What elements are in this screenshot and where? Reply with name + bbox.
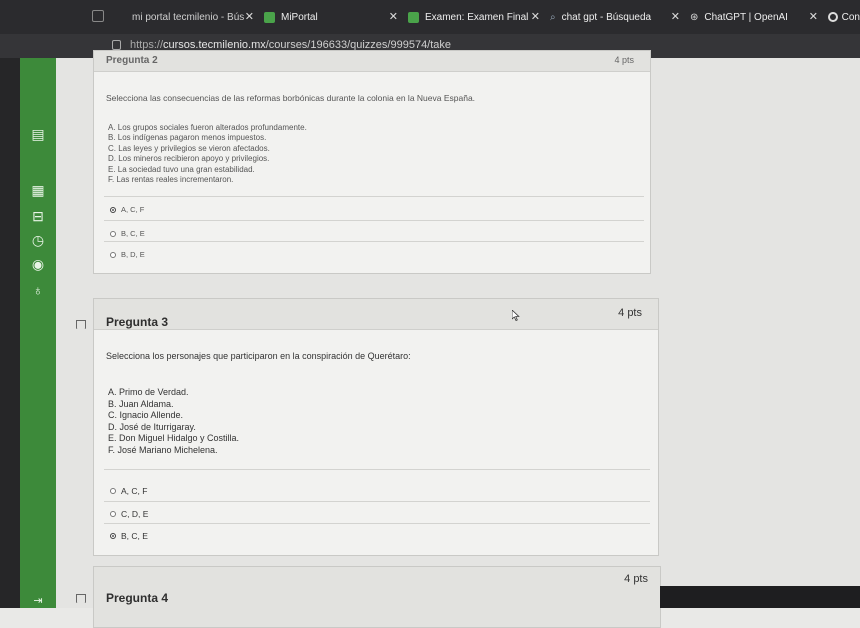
os-taskbar <box>660 586 860 608</box>
radio-unselected[interactable] <box>110 251 116 258</box>
search-icon: ⌕ <box>550 11 556 23</box>
question-points: 4 pts <box>618 307 642 319</box>
tecmilenio-icon <box>264 11 275 23</box>
answer-label: A, C, F <box>121 205 145 214</box>
divider <box>104 241 644 242</box>
courses-icon[interactable]: ▤ <box>28 126 48 142</box>
option-f: F. José Mariano Michelena. <box>108 444 218 455</box>
radio-unselected[interactable] <box>110 511 116 517</box>
tab-mi-portal-search[interactable]: mi portal tecmilenio - Bús ✕ <box>132 8 254 26</box>
question-prompt: Selecciona las consecuencias de las refo… <box>106 93 476 103</box>
mouse-cursor-icon <box>512 310 520 321</box>
option-b: B. Juan Aldama. <box>108 398 174 409</box>
radio-selected[interactable] <box>110 206 116 213</box>
answer-label: B, D, E <box>121 250 145 259</box>
tab-label: mi portal tecmilenio - Bús <box>132 11 245 23</box>
answer-option[interactable]: B, D, E <box>110 250 145 259</box>
answer-option[interactable]: C, D, E <box>110 509 148 519</box>
browser-tab-bar: mi portal tecmilenio - Bús ✕ MiPortal ✕ … <box>0 0 860 34</box>
tab-miportal[interactable]: MiPortal ✕ <box>264 8 398 26</box>
tab-label: chat gpt - Búsqueda <box>561 11 652 23</box>
question-title: Pregunta 3 <box>106 315 169 329</box>
history-icon[interactable]: ◷ <box>28 232 48 248</box>
option-d: D. José de Iturrigaray. <box>108 421 196 432</box>
option-c: C. Ignacio Allende. <box>108 410 184 421</box>
question-4-header: Pregunta 4 4 pts <box>94 567 660 627</box>
question-2: Pregunta 2 4 pts Selecciona las consecue… <box>93 50 651 274</box>
close-icon[interactable]: ✕ <box>671 10 680 23</box>
option-c: C. Las leyes y privilegios se vieron afe… <box>108 143 270 153</box>
divider <box>104 501 650 502</box>
tab-chatgpt[interactable]: ⊛ ChatGPT | OpenAI ✕ <box>690 8 818 26</box>
tab-examen-final[interactable]: Examen: Examen Final ✕ <box>408 8 540 26</box>
answer-option[interactable]: A, C, F <box>110 205 144 214</box>
option-e: E. Don Miguel Hidalgo y Costilla. <box>108 433 240 444</box>
option-e: E. La sociedad tuvo una gran estabilidad… <box>108 164 255 174</box>
answer-label: A, C, F <box>121 486 148 496</box>
radio-unselected[interactable] <box>110 230 116 237</box>
openai-icon: ⊛ <box>690 11 699 23</box>
collapse-nav-icon[interactable]: ⇥ <box>28 592 48 608</box>
tecmilenio-icon <box>408 11 419 23</box>
divider <box>104 196 644 197</box>
close-icon[interactable]: ✕ <box>389 10 398 23</box>
studio-icon[interactable]: ◉ <box>28 256 48 272</box>
radio-unselected[interactable] <box>110 488 116 494</box>
tab-chat-gpt-search[interactable]: ⌕ chat gpt - Búsqueda ✕ <box>550 8 680 26</box>
divider <box>104 523 650 524</box>
os-edge <box>0 58 20 608</box>
answer-option[interactable]: B, C, E <box>110 531 148 541</box>
tab-partial[interactable]: Con <box>828 8 860 26</box>
calendar-icon[interactable]: ▦ <box>28 182 48 198</box>
question-3-header: Pregunta 3 4 pts <box>94 299 658 330</box>
question-2-header: Pregunta 2 4 pts <box>94 51 650 72</box>
question-options: A. Los grupos sociales fueron alterados … <box>108 123 307 185</box>
quiz-content: Pregunta 2 4 pts Selecciona las consecue… <box>56 50 860 628</box>
help-icon[interactable]: ♁ <box>28 282 48 298</box>
question-3: Pregunta 3 4 pts Selecciona los personaj… <box>93 298 659 556</box>
close-icon[interactable]: ✕ <box>809 10 818 23</box>
tab-label: Con <box>841 11 860 23</box>
option-d: D. Los mineros recibieron apoyo y privil… <box>108 154 270 164</box>
flag-question-3-icon[interactable] <box>76 320 86 329</box>
lock-icon <box>112 40 121 50</box>
divider <box>104 220 644 221</box>
question-points: 4 pts <box>624 573 648 585</box>
circle-icon <box>828 12 838 22</box>
answer-option[interactable]: B, C, E <box>110 229 145 238</box>
question-4: Pregunta 4 4 pts <box>93 566 661 628</box>
answer-label: B, C, E <box>121 531 148 541</box>
browser-back-icon[interactable] <box>92 10 104 22</box>
tab-label: MiPortal <box>281 11 318 23</box>
option-f: F. Las rentas reales incrementaron. <box>108 175 234 185</box>
answer-option[interactable]: A, C, F <box>110 486 147 496</box>
option-a: A. Primo de Verdad. <box>108 387 189 397</box>
option-a: A. Los grupos sociales fueron alterados … <box>108 123 307 132</box>
question-title: Pregunta 4 <box>106 591 169 605</box>
tab-label: Examen: Examen Final <box>425 11 529 23</box>
close-icon[interactable]: ✕ <box>245 10 254 23</box>
close-icon[interactable]: ✕ <box>531 10 540 23</box>
question-points: 4 pts <box>614 55 634 65</box>
answer-label: C, D, E <box>121 509 149 519</box>
global-navigation: ▤ ▦ ⊟ ◷ ◉ ♁ ⇥ <box>20 58 56 608</box>
radio-selected[interactable] <box>110 533 116 539</box>
answer-label: B, C, E <box>121 229 145 238</box>
inbox-icon[interactable]: ⊟ <box>28 208 48 224</box>
question-prompt: Selecciona los personajes que participar… <box>106 351 411 361</box>
tab-label: ChatGPT | OpenAI <box>704 11 788 23</box>
divider <box>104 469 650 470</box>
question-options: A. Primo de Verdad. B. Juan Aldama. C. I… <box>108 387 239 457</box>
flag-question-4-icon[interactable] <box>76 594 86 603</box>
option-b: B. Los indígenas pagaron menos impuestos… <box>108 133 267 143</box>
question-title: Pregunta 2 <box>106 55 158 66</box>
